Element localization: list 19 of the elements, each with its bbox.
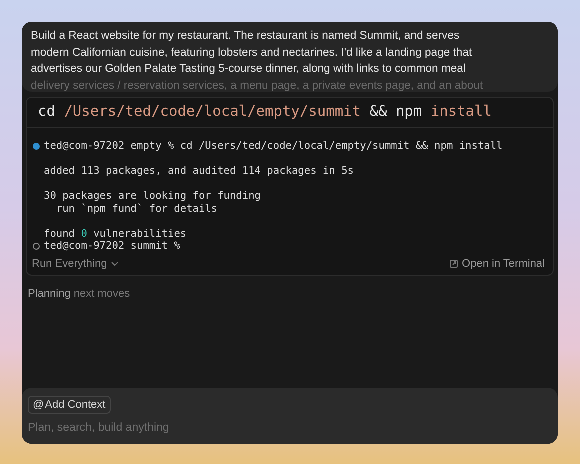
- terminal-output-line: found 0 vulnerabilities: [44, 228, 187, 240]
- prompt-text-line: modern Californian cuisine, featuring lobsters and nectarines. I'd like a landing page that: [31, 46, 474, 60]
- status-text: Planning next moves: [27, 286, 132, 300]
- open-in-terminal-button[interactable]: Open in Terminal: [450, 258, 545, 270]
- terminal-output-line: run `npm fund` for details: [55, 202, 218, 215]
- external-window-icon: [450, 260, 458, 268]
- run-mode-dropdown[interactable]: Run Everything: [32, 258, 120, 270]
- command-line: cd /Users/ted/code/local/empty/summit && npm install: [27, 98, 553, 128]
- composer-field[interactable]: @Add Context Plan, search, build anything: [22, 388, 558, 444]
- prompt-input-field[interactable]: Plan, search, build anything: [28, 420, 552, 436]
- terminal-output-line: ted@com-97202 summit %: [44, 240, 180, 252]
- prompt-text-line: advertises our Golden Palate Tasting 5-course dinner, along with links to common meal: [31, 62, 467, 77]
- prompt-text-line: Build a React website for my restaurant. The restaurant is named Summit, and serves: [31, 29, 461, 44]
- terminal-output-line: 30 packages are looking for funding: [44, 190, 261, 202]
- terminal-output-line: added 113 packages, and audited 114 packages in 5s: [44, 165, 354, 178]
- add-context-button[interactable]: @Add Context: [28, 396, 111, 414]
- chevron-down-icon: [111, 260, 120, 266]
- prompt-text-line: delivery services / reservation services, a menu page, a private events page, and an about: [31, 78, 484, 92]
- terminal-output-line: ted@com-97202 empty % cd /Users/ted/code/local/empty/summit && npm install: [44, 140, 503, 152]
